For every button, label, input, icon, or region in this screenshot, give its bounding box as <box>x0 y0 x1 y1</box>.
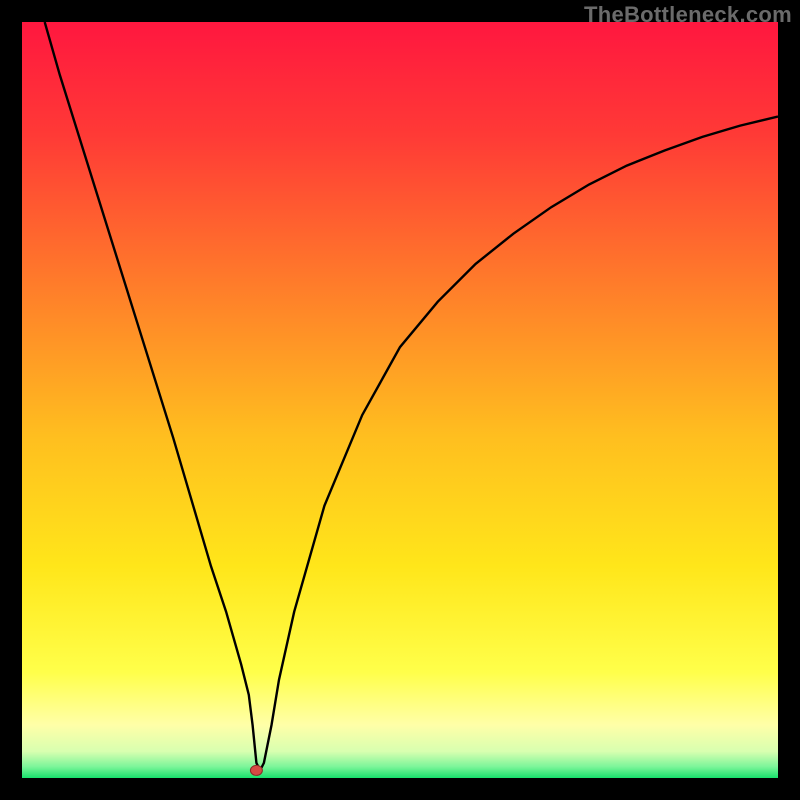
chart-canvas <box>22 22 778 778</box>
watermark-label: TheBottleneck.com <box>584 2 792 28</box>
optimal-point-marker <box>250 765 262 775</box>
plot-area <box>22 22 778 778</box>
chart-frame: TheBottleneck.com <box>0 0 800 800</box>
gradient-background <box>22 22 778 778</box>
